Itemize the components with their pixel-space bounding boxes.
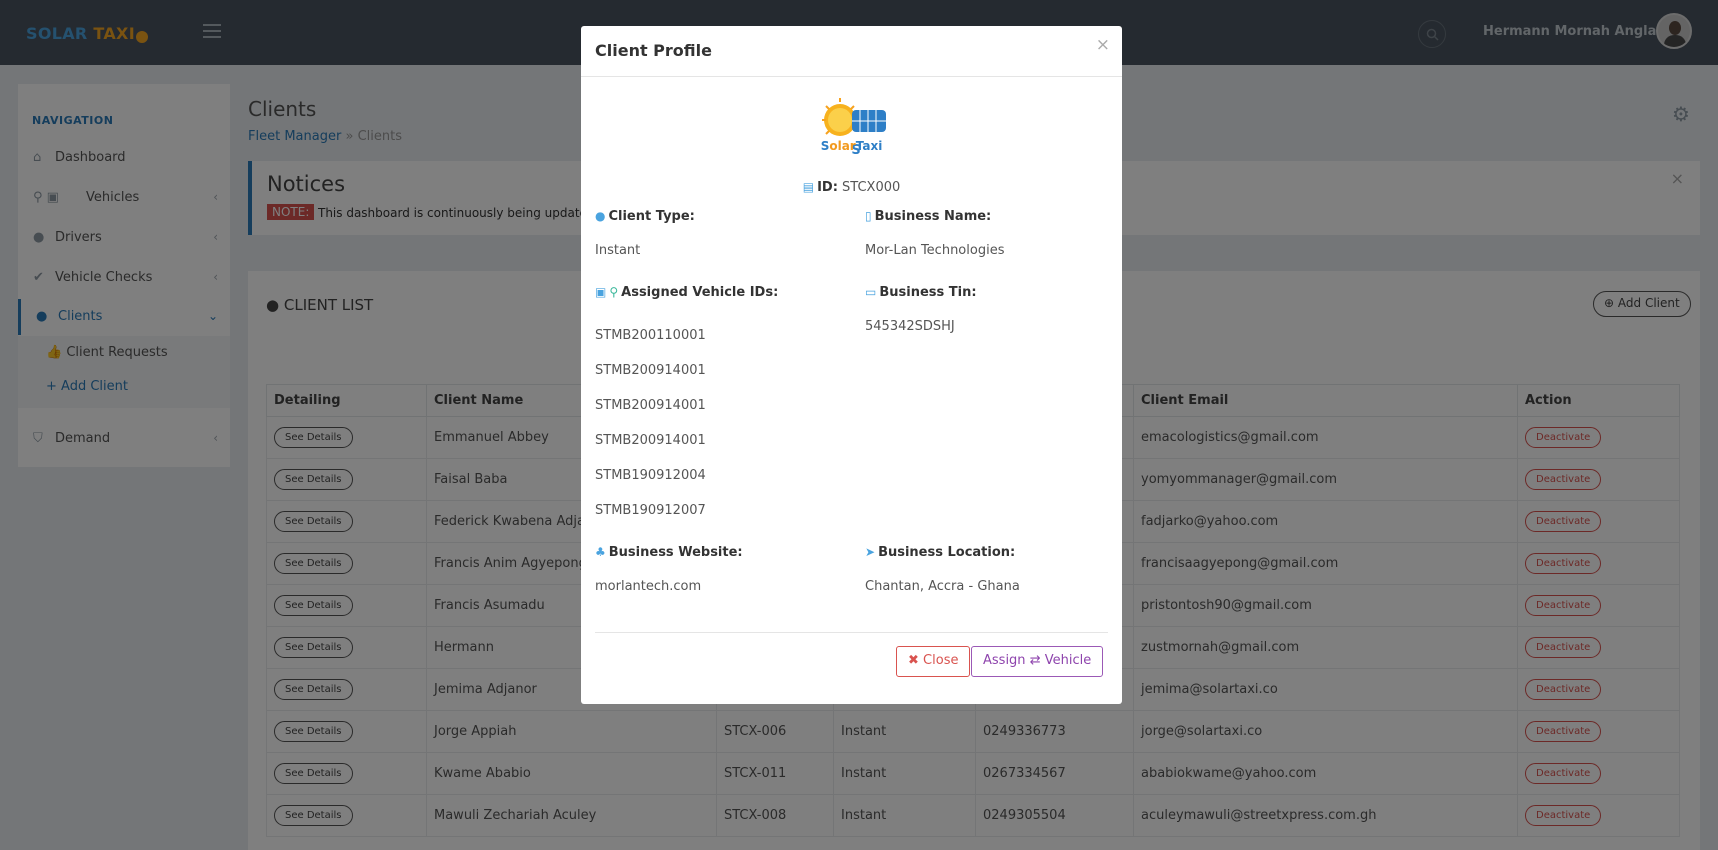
assigned-vehicles-label: ▣ ⚲ Assigned Vehicle IDs: [595, 285, 779, 300]
credit-card-icon: ▭ [865, 285, 877, 299]
vehicle-id-item: STMB200914001 [595, 398, 706, 413]
client-profile-modal: Client Profile × S SolarTaxi ▤ ID: STCX00… [581, 26, 1122, 704]
vehicle-id-item: STMB200110001 [595, 328, 706, 343]
business-tin-label: ▭ Business Tin: [865, 285, 977, 300]
business-location-label: ➤ Business Location: [865, 545, 1016, 560]
sitemap-icon: ♣ [595, 545, 606, 559]
business-tin-value: 545342SDSHJ [865, 319, 955, 334]
client-type-label: ● Client Type: [595, 209, 695, 224]
business-website-value: morlantech.com [595, 579, 702, 594]
client-id-value: STCX000 [842, 180, 901, 195]
vehicle-id-item: STMB200914001 [595, 363, 706, 378]
client-id: ▤ ID: STCX000 [802, 180, 901, 195]
id-card-icon: ▤ [802, 180, 815, 194]
close-button[interactable]: ✖ Close [896, 646, 971, 677]
exchange-icon: ⇄ [1029, 653, 1041, 668]
vehicle-id-item: STMB190912007 [595, 503, 706, 518]
vehicle-id-item: STMB190912004 [595, 468, 706, 483]
business-name-value: Mor-Lan Technologies [865, 243, 1005, 258]
vehicle-id-item: STMB200914001 [595, 433, 706, 448]
business-website-label: ♣ Business Website: [595, 545, 743, 560]
user-lock-icon: ● [595, 209, 606, 223]
modal-title: Client Profile [595, 41, 712, 60]
logo-text: SolarTaxi [820, 139, 883, 153]
close-icon[interactable]: × [1096, 35, 1110, 55]
id-badge-icon: ▯ [865, 209, 872, 223]
client-type-value: Instant [595, 243, 641, 258]
times-icon: ✖ [908, 653, 919, 668]
business-name-label: ▯ Business Name: [865, 209, 992, 224]
location-arrow-icon: ➤ [865, 545, 876, 559]
motorcycle-icon: ⚲ [609, 285, 619, 299]
assign-vehicle-button[interactable]: Assign ⇄ Vehicle [971, 646, 1104, 677]
business-location-value: Chantan, Accra - Ghana [865, 579, 1020, 594]
car-icon: ▣ [595, 285, 607, 299]
